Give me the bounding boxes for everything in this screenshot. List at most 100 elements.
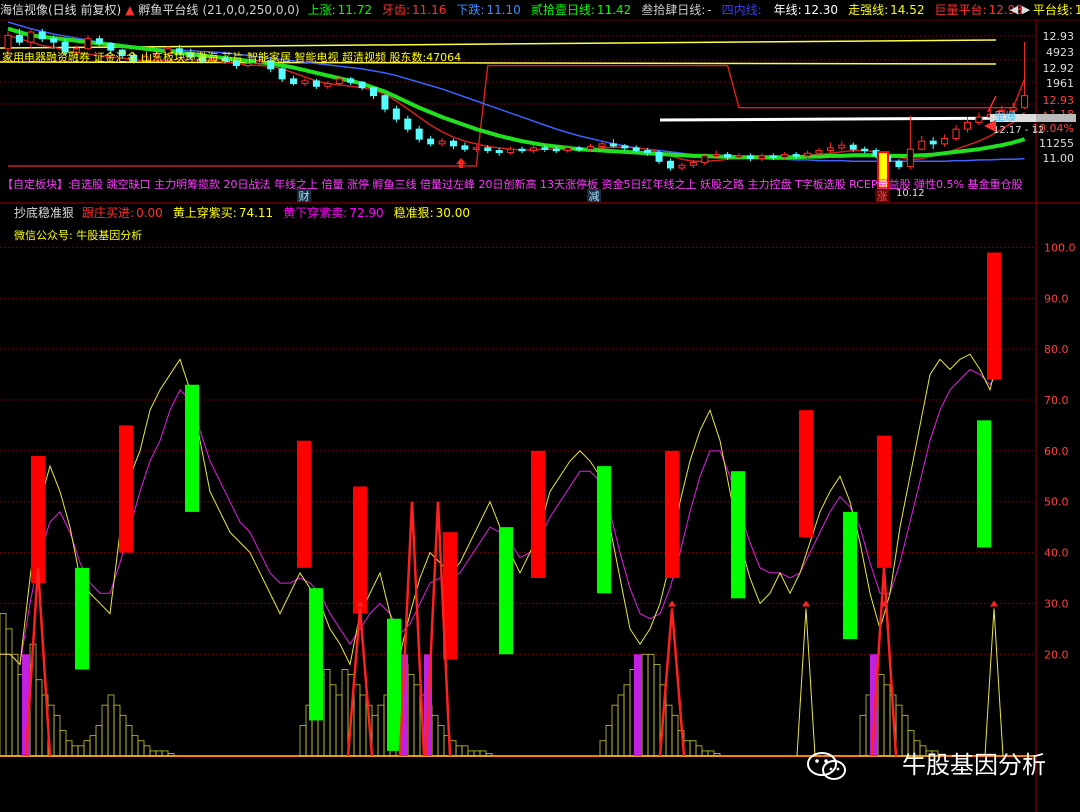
candle-body	[849, 144, 857, 150]
histogram-bar	[53, 714, 61, 757]
signal-bar	[75, 567, 89, 670]
header-value-label-value-4: -	[707, 3, 712, 17]
candle-body	[484, 147, 492, 152]
histogram-bar	[653, 664, 661, 757]
candle-body	[541, 147, 549, 150]
header-value-label-4: 叁拾肆日线:	[641, 3, 706, 17]
y-tick-label: 50.0	[1044, 496, 1069, 509]
histogram-bar	[407, 674, 415, 757]
histogram-bar	[859, 714, 867, 757]
histogram-bar	[671, 714, 679, 757]
candle-body	[301, 80, 309, 85]
candle-body	[575, 147, 583, 150]
histogram-bar	[461, 745, 469, 757]
sub-indicator-name[interactable]: 抄底稳准狠	[14, 206, 74, 220]
candle-body	[461, 145, 469, 150]
candle-body	[804, 152, 812, 157]
header-value-label-value-3: 11.42	[596, 3, 632, 17]
candle-body	[518, 148, 526, 152]
signal-bar	[185, 384, 199, 512]
histogram-bar	[35, 679, 43, 757]
histogram-bar	[359, 694, 367, 757]
candle-body	[838, 144, 846, 149]
price-tag-label: 里爆	[994, 109, 1016, 123]
candle-body	[392, 108, 400, 120]
header-value-label-5: 四内线:	[721, 3, 762, 17]
candle-body	[815, 150, 823, 154]
histogram-bar	[431, 714, 439, 757]
candle-body	[438, 140, 446, 145]
marker-2: 涨	[877, 190, 888, 203]
histogram-bar	[377, 704, 385, 757]
candle-body	[826, 147, 834, 152]
y-tick-label: 20.0	[1044, 648, 1069, 661]
sub-value-label-1: 黄上穿紫买:	[172, 206, 237, 220]
candle-body	[27, 31, 35, 43]
candle-body	[404, 118, 412, 130]
candle-body	[861, 148, 869, 152]
histogram-bar	[11, 653, 19, 757]
histogram-bar	[883, 684, 891, 757]
histogram-bar	[605, 725, 613, 757]
scroll-left-button[interactable]: ◀	[1008, 3, 1020, 17]
histogram-bar	[167, 753, 175, 757]
candle-body	[95, 38, 103, 44]
histogram-bar	[335, 694, 343, 757]
candle-body	[324, 83, 332, 87]
candle-body	[746, 155, 754, 160]
header-value-label-value-7: 14.52	[890, 3, 925, 17]
candle-body	[735, 155, 743, 158]
histogram-bar	[623, 684, 631, 757]
signal-bar	[597, 466, 611, 594]
signal-bar	[977, 420, 991, 548]
candle-body	[918, 140, 926, 150]
signal-bar	[499, 527, 513, 655]
y-tick-label: 60.0	[1044, 445, 1069, 458]
histogram-bar	[5, 628, 13, 757]
signal-bar	[531, 450, 545, 578]
candle-body	[678, 164, 686, 169]
candle-body	[621, 145, 629, 149]
candle-body	[290, 78, 298, 85]
price-axis-label-0: 12.93	[1043, 30, 1075, 43]
candle-body	[781, 154, 789, 158]
price-axis-label-1: 4923	[1046, 46, 1074, 59]
candle-body	[975, 116, 983, 123]
histogram-bar	[689, 740, 697, 757]
signal-bar	[665, 450, 679, 578]
histogram-bar	[107, 694, 115, 757]
histogram-bar	[353, 684, 361, 757]
histogram-bar	[299, 725, 307, 757]
chart-canvas[interactable]: 家用电器融资融券 证金汇金 山东板块环渤海 芯片 智能家居 智能电视 超清视频 …	[0, 0, 1080, 812]
histogram-bar	[695, 745, 703, 757]
candle-body	[689, 162, 697, 166]
candle-body	[427, 138, 435, 145]
signal-bar	[843, 511, 857, 640]
histogram-bar	[113, 704, 121, 757]
price-low-tag: 10.12	[896, 188, 925, 199]
histogram-bar	[125, 725, 133, 757]
candle-body	[963, 121, 971, 130]
wechat-icon	[807, 752, 846, 780]
sub-value-label-value-3: 30.00	[435, 206, 470, 220]
candle-body	[449, 140, 457, 147]
stock-title[interactable]: 海信视像(日线 前复权)	[0, 3, 121, 17]
signal-bar	[297, 440, 311, 568]
scroll-right-button[interactable]: ▶	[1020, 3, 1032, 17]
candle-body	[507, 148, 515, 154]
yellow-spike	[984, 608, 1004, 757]
sub-value-label-value-2: 72.90	[349, 206, 384, 220]
histogram-bar	[341, 669, 349, 757]
candle-body	[952, 128, 960, 140]
y-tick-label: 80.0	[1044, 343, 1069, 356]
header-values: 上涨: 11.72 牙齿: 11.16 下跌: 11.10 贰拾壹日线: 11.42 叁拾肆日线…	[308, 3, 1080, 17]
sub-value-label-value-0: 0.00	[136, 206, 163, 220]
sub-header: 抄底稳准狠 跟庄买进: 0.00 黄上穿紫买: 74.11 黄下穿紫卖: 72.90 稳准狠:…	[0, 204, 1080, 222]
y-tick-label: 70.0	[1044, 394, 1069, 407]
price-axis-label-8: 11.00	[1043, 152, 1075, 165]
indicator-name[interactable]: 孵鱼平台线	[138, 3, 198, 17]
header-value-label-value-1: 11.16	[412, 3, 447, 17]
candle-body	[941, 138, 949, 145]
custom-tags-label: 【自定板块】:	[2, 177, 72, 191]
candle-body	[415, 128, 423, 140]
